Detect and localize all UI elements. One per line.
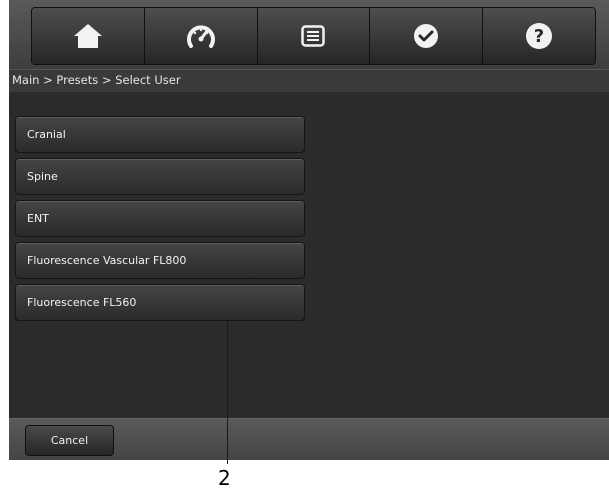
preset-label: ENT [27, 212, 49, 225]
preset-button-fluorescence-fl560[interactable]: Fluorescence FL560 [15, 284, 305, 321]
callout-number: 2 [218, 466, 231, 490]
speedometer-icon [186, 25, 215, 48]
help-button[interactable]: ? [483, 8, 595, 64]
preset-list-panel: Cranial Spine ENT Fluorescence Vascular … [9, 92, 609, 418]
confirm-button[interactable] [370, 8, 484, 64]
help-icon: ? [526, 23, 553, 49]
list-menu-icon [301, 25, 326, 47]
home-button[interactable] [32, 8, 145, 64]
cancel-label: Cancel [50, 434, 89, 447]
bottom-bar: Cancel [9, 418, 609, 460]
home-icon [73, 24, 102, 48]
preset-button-cranial[interactable]: Cranial [15, 116, 305, 153]
preset-label: Fluorescence Vascular FL800 [27, 254, 187, 267]
preset-label: Spine [27, 170, 58, 183]
preset-list: Cranial Spine ENT Fluorescence Vascular … [15, 116, 305, 321]
breadcrumb: Main > Presets > Select User [12, 73, 181, 87]
preset-label: Cranial [27, 128, 66, 141]
callout-line [227, 322, 228, 464]
checkmark-icon [414, 24, 439, 48]
main-toolbar: ? [31, 7, 596, 65]
preset-button-ent[interactable]: ENT [15, 200, 305, 237]
preset-button-spine[interactable]: Spine [15, 158, 305, 195]
device-screen: ? Main > Presets > Select User Cranial S… [9, 0, 609, 460]
preset-label: Fluorescence FL560 [27, 296, 137, 309]
menu-button[interactable] [257, 8, 371, 64]
top-bar: ? [9, 0, 609, 72]
breadcrumb-bar: Main > Presets > Select User [9, 69, 609, 92]
svg-text:?: ? [534, 26, 544, 47]
dashboard-button[interactable] [144, 8, 258, 64]
preset-button-fluorescence-vascular-fl800[interactable]: Fluorescence Vascular FL800 [15, 242, 305, 279]
cancel-button[interactable]: Cancel [25, 425, 114, 456]
